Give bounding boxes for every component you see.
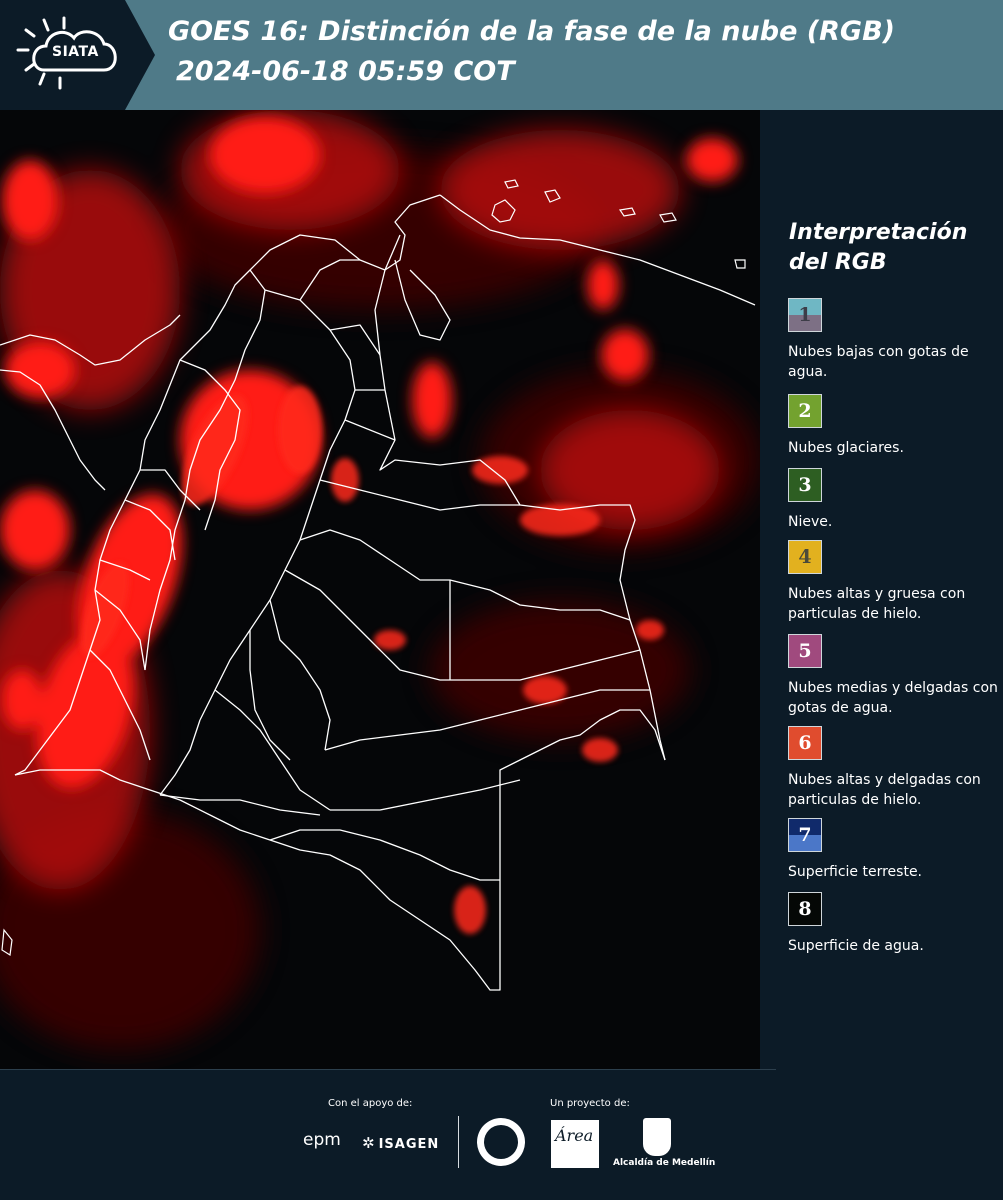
legend-swatch-3: 3 (788, 468, 822, 502)
legend-number-6: 6 (798, 732, 812, 754)
legend-label-4: Nubes altas y gruesa con particulas de h… (788, 586, 966, 622)
area-logo-text: Área (555, 1126, 594, 1145)
footer-bar: Con el apoyo de: Un proyecto de: epm ✲ IS… (0, 1070, 1003, 1200)
legend-number-3: 3 (798, 474, 812, 496)
satellite-map[interactable] (0, 110, 760, 1070)
alcaldia-crest-icon (643, 1118, 671, 1156)
satellite-image (0, 110, 760, 1070)
alcaldia-logo-text: Alcaldía de Medellín (613, 1158, 716, 1168)
legend-swatch-7: 7 (788, 818, 822, 852)
legend-swatch-4: 4 (788, 540, 822, 574)
legend-swatch-8: 8 (788, 892, 822, 926)
project-label: Un proyecto de: (550, 1098, 630, 1109)
legend-number-2: 2 (798, 400, 812, 422)
legend-label-2: Nubes glaciares. (788, 440, 904, 456)
legend-swatch-5: 5 (788, 634, 822, 668)
legend-swatch-6: 6 (788, 726, 822, 760)
legend-panel: Interpretación del RGB 1 Nubes bajas con… (760, 110, 1003, 1070)
legend-label-3: Nieve. (788, 514, 833, 530)
siata-logo-text: SIATA (52, 44, 99, 60)
legend-label-6: Nubes altas y delgadas con particulas de… (788, 772, 981, 808)
legend-swatch-1: 1 (788, 298, 822, 332)
epm-logo: epm (303, 1130, 341, 1150)
medellin-seal-logo (477, 1118, 525, 1166)
isagen-logo: ✲ ISAGEN (362, 1134, 439, 1152)
legend-number-5: 5 (798, 640, 812, 662)
siata-logo: SIATA (0, 0, 155, 110)
isagen-logo-text: ISAGEN (378, 1137, 440, 1152)
support-label: Con el apoyo de: (328, 1098, 413, 1109)
seal-inner (484, 1125, 518, 1159)
legend-number-8: 8 (798, 898, 812, 920)
page-timestamp: 2024-06-18 05:59 COT (176, 56, 515, 87)
footer-separator (458, 1116, 459, 1168)
legend-number-1: 1 (798, 304, 812, 326)
legend-number-7: 7 (798, 824, 812, 846)
area-metropolitana-logo: Área (551, 1120, 599, 1168)
isagen-mark-icon: ✲ (362, 1134, 376, 1152)
header-bar: SIATA GOES 16: Distinción de la fase de … (0, 0, 1003, 110)
legend-title: Interpretación del RGB (789, 220, 968, 275)
legend-label-7: Superficie terreste. (788, 864, 923, 880)
legend-label-8: Superficie de agua. (788, 938, 924, 954)
legend-swatch-2: 2 (788, 394, 822, 428)
legend-number-4: 4 (798, 546, 812, 568)
page-title: GOES 16: Distinción de la fase de la nub… (168, 16, 895, 47)
legend-label-1: Nubes bajas con gotas de agua. (788, 344, 969, 380)
legend-label-5: Nubes medias y delgadas con gotas de agu… (788, 680, 998, 716)
